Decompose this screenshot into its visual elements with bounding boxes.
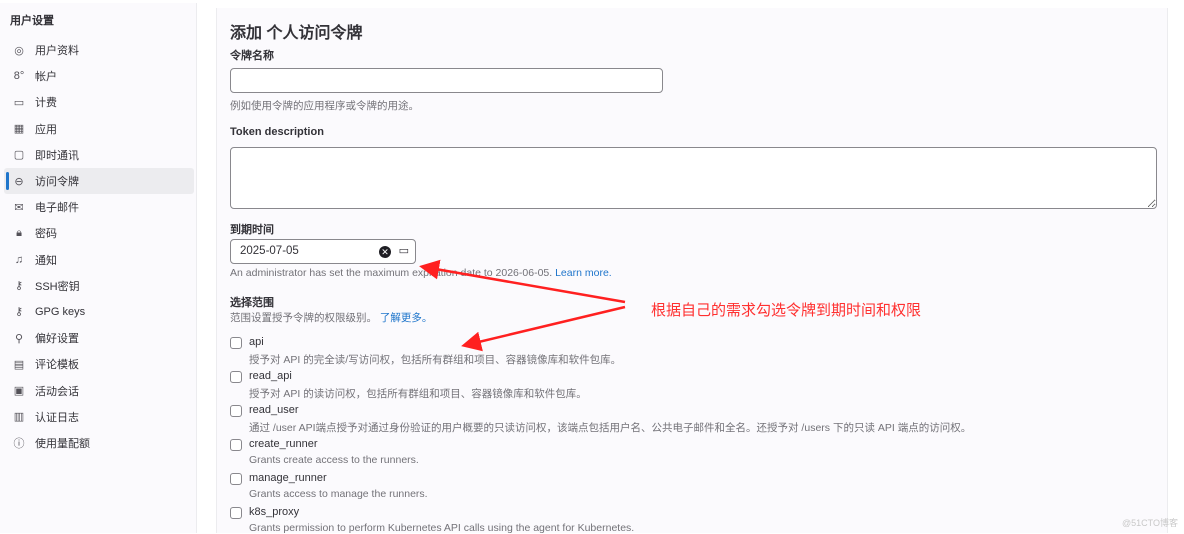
annotation-text: 根据自己的需求勾选令牌到期时间和权限 xyxy=(651,302,922,319)
annotation-arrows xyxy=(419,259,626,352)
arrow-to-expiry xyxy=(419,259,626,304)
watermark: @51CTO博客 xyxy=(1122,518,1178,528)
arrow-to-scopes xyxy=(461,305,626,352)
